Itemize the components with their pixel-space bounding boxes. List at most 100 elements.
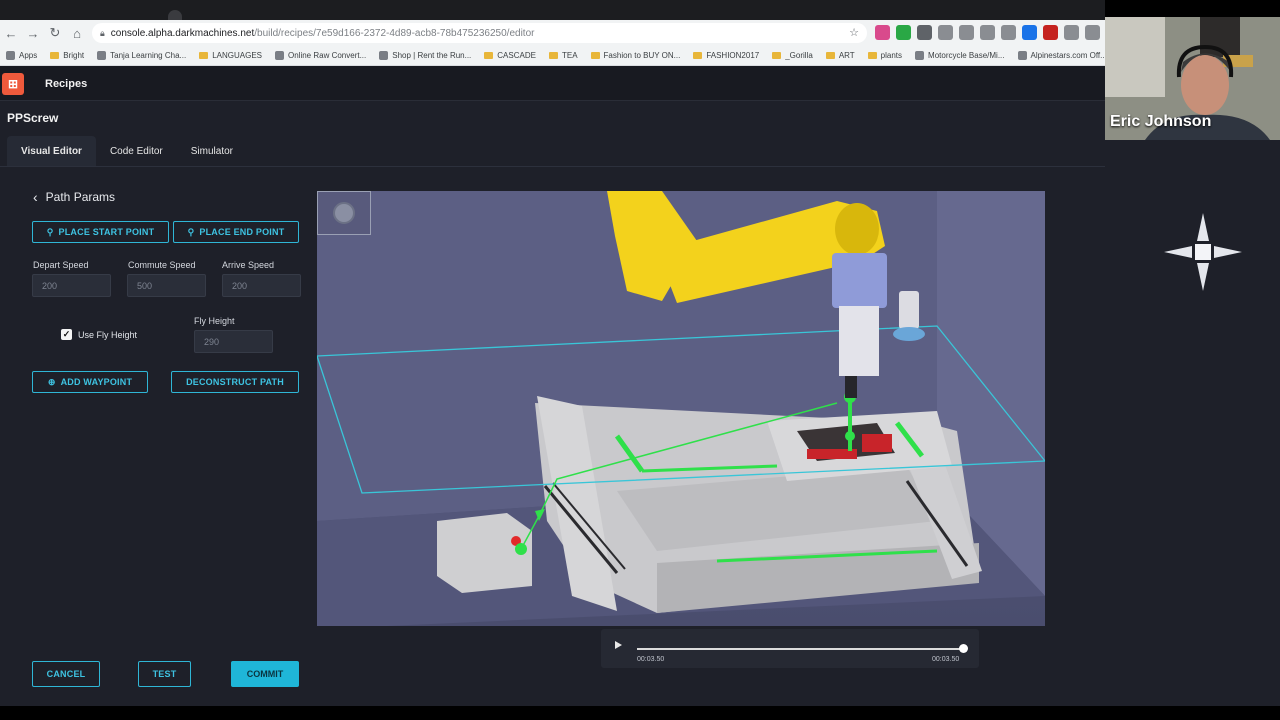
extension-icon[interactable] [1022, 25, 1037, 40]
depart-speed-label: Depart Speed [33, 260, 89, 270]
back-to-path-params[interactable]: ‹ Path Params [33, 189, 115, 205]
bookmark-item[interactable]: TEA [548, 51, 578, 60]
pin-icon: ⚲ [187, 226, 195, 237]
extension-icon[interactable] [1001, 25, 1016, 40]
bookmark-item[interactable]: Bright [50, 51, 84, 60]
url-host: console.alpha.darkmachines.net [110, 27, 255, 39]
extension-icon[interactable] [959, 25, 974, 40]
extension-icon[interactable] [1064, 25, 1079, 40]
use-fly-height-label: Use Fly Height [78, 330, 138, 340]
url-path: /build/recipes/7e59d166-2372-4d89-acb8-7… [254, 27, 535, 39]
tab-simulator[interactable]: Simulator [177, 136, 247, 166]
arrive-speed-label: Arrive Speed [222, 260, 275, 270]
bookmark-item[interactable]: _Gorilla [772, 51, 813, 60]
scene-render[interactable] [317, 191, 1045, 626]
bookmark-item[interactable]: LANGUAGES [199, 51, 262, 60]
extension-icon[interactable] [917, 25, 932, 40]
gizmo-down-arrow[interactable] [1197, 263, 1209, 291]
end-point-marker[interactable] [515, 543, 527, 555]
bookmark-item[interactable]: Tanja Learning Cha... [97, 51, 186, 60]
extension-icon[interactable] [875, 25, 890, 40]
pcb-component [862, 434, 892, 452]
timeline-track[interactable] [637, 648, 964, 650]
recipe-name: PPScrew [7, 111, 59, 125]
commute-speed-input[interactable]: 500 [127, 274, 206, 297]
current-time: 00:03.50 [637, 656, 665, 663]
play-icon[interactable] [615, 641, 622, 649]
gizmo-up-arrow[interactable] [1197, 213, 1209, 241]
extension-icon[interactable] [1043, 25, 1058, 40]
robot-wrist [832, 253, 887, 308]
extension-icon[interactable] [1085, 25, 1100, 40]
page-icon [275, 51, 284, 60]
panel-title: Path Params [45, 190, 116, 204]
depart-speed-input[interactable]: 200 [32, 274, 111, 297]
bookmark-item[interactable]: CASCADE [484, 51, 536, 60]
address-bar[interactable]: 🔒︎ console.alpha.darkmachines.net/build/… [92, 23, 867, 43]
gizmo-right-arrow[interactable] [1214, 246, 1242, 258]
browser-toolbar: ← → ↻ ⌂ 🔒︎ console.alpha.darkmachines.ne… [0, 20, 1142, 46]
editor-tabs: Visual Editor Code Editor Simulator [7, 136, 247, 166]
commit-button[interactable]: COMMIT [231, 661, 299, 687]
extension-icon[interactable] [938, 25, 953, 40]
folder-icon [484, 52, 494, 59]
back-arrow-icon[interactable]: ← [0, 22, 22, 44]
page-icon [97, 51, 107, 60]
timeline-thumb[interactable] [959, 644, 968, 653]
view-orientation-gizmo[interactable] [1162, 211, 1244, 293]
folder-icon [548, 52, 558, 59]
screwdriver-bit [845, 376, 857, 398]
extension-icon[interactable] [896, 25, 911, 40]
bookmark-item[interactable]: Shop | Rent the Run... [379, 51, 471, 60]
bookmark-item[interactable]: ART [825, 51, 855, 60]
app-header: ⊞ Recipes [0, 66, 1105, 101]
cancel-button[interactable]: CANCEL [32, 661, 100, 687]
gizmo-center-cube[interactable] [1195, 244, 1211, 260]
folder-icon [693, 52, 703, 59]
bookmark-item[interactable]: Apps [6, 51, 37, 60]
extensions-bar [875, 25, 1142, 40]
reload-icon[interactable]: ↻ [44, 22, 66, 44]
page-icon [379, 51, 389, 60]
tool-sensor [899, 291, 919, 329]
waypoint-marker[interactable] [845, 431, 855, 441]
browser-tab[interactable] [168, 10, 182, 20]
bookmark-item[interactable]: Alpinestars.com Off... [1017, 51, 1105, 60]
forward-arrow-icon[interactable]: → [22, 22, 44, 44]
place-end-point-button[interactable]: ⚲ PLACE END POINT [173, 221, 299, 243]
page-icon [1017, 51, 1027, 60]
bookmark-star-icon[interactable]: ☆ [849, 26, 859, 39]
bookmark-item[interactable]: FASHION2017 [693, 51, 759, 60]
place-start-point-button[interactable]: ⚲ PLACE START POINT [32, 221, 169, 243]
arrive-speed-input[interactable]: 200 [222, 274, 301, 297]
app-window: ⊞ Recipes PPScrew Visual Editor Code Edi… [0, 66, 1280, 706]
bookmark-item[interactable]: Online Raw Convert... [275, 51, 366, 60]
camera-view-button[interactable] [317, 191, 371, 235]
commute-speed-label: Commute Speed [128, 260, 196, 270]
fly-height-input[interactable]: 290 [194, 330, 273, 353]
use-fly-height-checkbox[interactable]: ✓ [61, 329, 72, 340]
folder-icon [199, 52, 209, 59]
browser-tab-strip [0, 0, 1105, 20]
folder-icon [50, 52, 60, 59]
add-waypoint-button[interactable]: ⊕ ADD WAYPOINT [32, 371, 148, 393]
home-icon[interactable]: ⌂ [66, 22, 88, 44]
gizmo-left-arrow[interactable] [1164, 246, 1192, 258]
folder-icon [825, 52, 835, 59]
app-logo[interactable]: ⊞ [2, 73, 24, 95]
bookmark-item[interactable]: plants [867, 51, 902, 60]
robot-joint [835, 203, 879, 255]
extension-icon[interactable] [980, 25, 995, 40]
3d-viewport[interactable] [317, 191, 1045, 626]
tab-visual-editor[interactable]: Visual Editor [7, 136, 96, 166]
tab-divider [0, 166, 1105, 167]
tab-code-editor[interactable]: Code Editor [96, 136, 177, 166]
plus-circle-icon: ⊕ [47, 376, 56, 387]
app-title[interactable]: Recipes [45, 78, 87, 90]
bookmark-item[interactable]: Motorcycle Base/Mi... [915, 51, 1005, 60]
bookmark-item[interactable]: Fashion to BUY ON... [590, 51, 680, 60]
test-button[interactable]: TEST [138, 661, 191, 687]
participant-name: Eric Johnson [1110, 113, 1212, 130]
deconstruct-path-button[interactable]: DECONSTRUCT PATH [171, 371, 299, 393]
apps-icon [6, 51, 15, 60]
